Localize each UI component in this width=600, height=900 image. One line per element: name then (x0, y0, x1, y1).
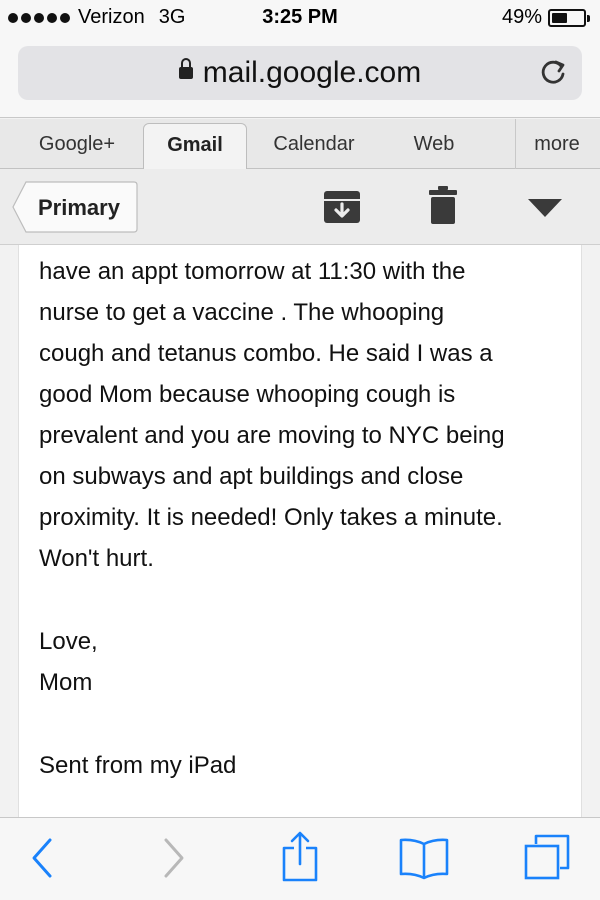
message-line: have an appt tomorrow at 11:30 with the (39, 258, 466, 285)
message-line: proximity. It is needed! Only takes a mi… (39, 504, 503, 531)
message-line: Won't hurt. (39, 545, 154, 572)
battery-icon (548, 8, 590, 27)
archive-icon[interactable] (322, 189, 362, 225)
google-nav-tabs: Google+ Gmail Calendar Web more (0, 119, 600, 174)
url-text: mail.google.com (202, 56, 422, 89)
back-to-primary-button[interactable]: Primary (12, 181, 138, 233)
tab-more[interactable]: more (522, 119, 592, 169)
share-icon[interactable] (280, 830, 320, 882)
tab-gmail[interactable]: Gmail (143, 123, 247, 174)
tab-web[interactable]: Web (392, 119, 476, 169)
reload-icon[interactable] (538, 58, 568, 88)
forward-icon[interactable] (160, 836, 188, 880)
trash-icon[interactable] (428, 185, 458, 225)
status-right: 49% (501, 6, 590, 29)
message-line: on subways and apt buildings and close (39, 463, 464, 490)
back-icon[interactable] (28, 836, 56, 880)
email-signature: Sent from my iPad (39, 752, 237, 779)
browser-bottom-bar (0, 817, 600, 900)
back-button-label: Primary (38, 195, 120, 220)
url-display[interactable]: mail.google.com (18, 56, 582, 90)
tab-calendar[interactable]: Calendar (262, 119, 366, 169)
tab-google-plus[interactable]: Google+ (18, 119, 136, 169)
mail-toolbar: Primary (0, 169, 600, 245)
bookmarks-icon[interactable] (398, 836, 450, 880)
closing-line: Love, (39, 628, 98, 655)
lock-icon (178, 58, 193, 80)
message-line: cough and tetanus combo. He said I was a (39, 340, 493, 367)
address-bar-area: mail.google.com (0, 38, 600, 118)
sender-name: Mom (39, 669, 93, 696)
address-bar[interactable]: mail.google.com (18, 46, 582, 100)
more-actions-icon[interactable] (526, 197, 564, 219)
battery-percent: 49% (501, 6, 542, 28)
tabs-icon[interactable] (522, 832, 572, 882)
message-line: good Mom because whooping cough is (39, 381, 456, 408)
message-body: have an appt tomorrow at 11:30 with the … (18, 245, 582, 817)
status-bar: Verizon 3G 3:25 PM 49% (0, 0, 600, 38)
tab-divider (515, 119, 516, 169)
message-line: nurse to get a vaccine . The whooping (39, 299, 445, 326)
message-line: prevalent and you are moving to NYC bein… (39, 422, 505, 449)
